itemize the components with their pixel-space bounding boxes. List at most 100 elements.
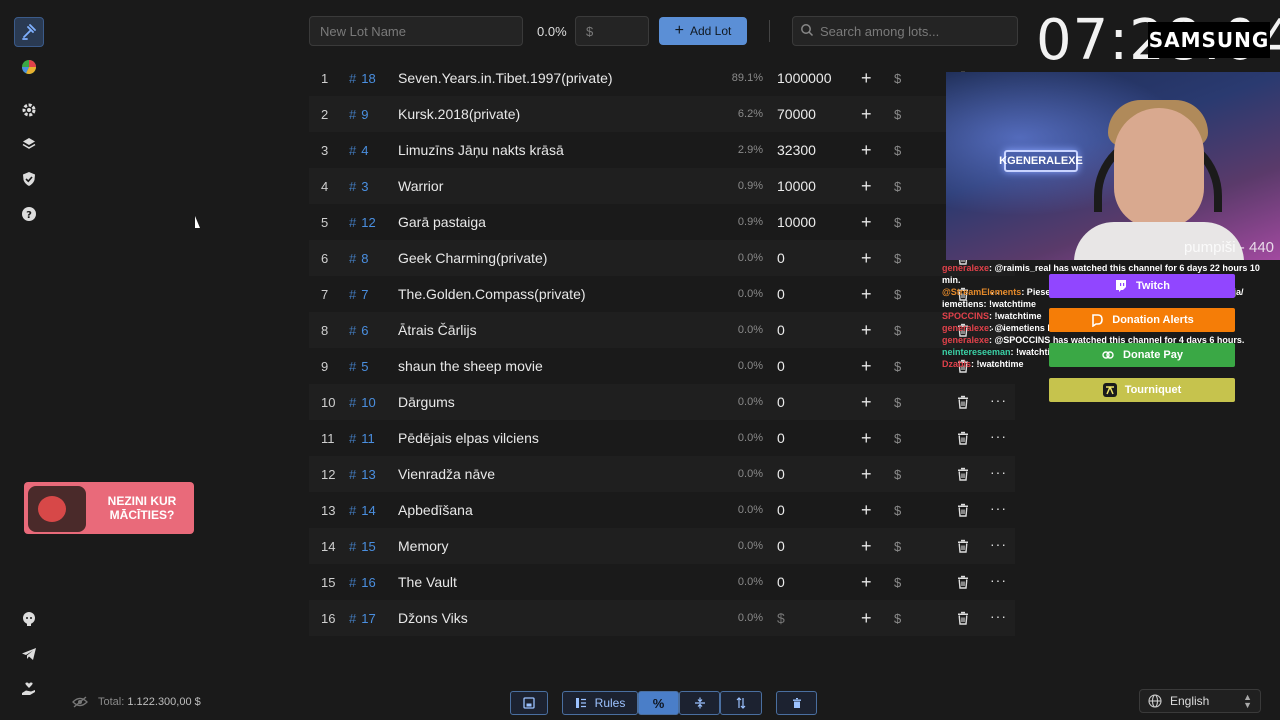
lot-amount-input[interactable]: 0	[777, 466, 785, 482]
add-amount-plus-icon[interactable]: +	[861, 212, 872, 233]
add-amount-plus-icon[interactable]: +	[861, 536, 872, 557]
delete-trash-icon[interactable]	[956, 503, 970, 517]
lot-dollar-icon[interactable]: $	[894, 359, 901, 374]
lot-name[interactable]: Warrior	[398, 178, 443, 194]
lot-amount-input[interactable]: 10000	[777, 178, 816, 194]
add-amount-plus-icon[interactable]: +	[861, 572, 872, 593]
donate-pay-button[interactable]: Donate Pay	[1049, 343, 1235, 367]
more-options-icon[interactable]: ···	[990, 608, 1007, 624]
lot-name-input[interactable]	[309, 16, 523, 46]
save-button[interactable]	[510, 691, 548, 715]
lot-id-link[interactable]: #12	[349, 215, 376, 230]
more-options-icon[interactable]: ···	[990, 572, 1007, 588]
add-amount-plus-icon[interactable]: +	[861, 68, 872, 89]
delete-trash-icon[interactable]	[956, 575, 970, 589]
add-amount-plus-icon[interactable]: +	[861, 464, 872, 485]
percent-toggle-button[interactable]: %	[638, 691, 679, 715]
hide-eye-icon[interactable]	[72, 696, 88, 708]
lot-name[interactable]: Memory	[398, 538, 449, 554]
compact-toggle-button[interactable]	[679, 691, 720, 715]
lot-amount-input[interactable]: $	[777, 610, 785, 626]
more-options-icon[interactable]: ···	[990, 392, 1007, 408]
lot-dollar-icon[interactable]: $	[894, 71, 901, 86]
lot-amount-input[interactable]: 0	[777, 358, 785, 374]
lot-amount-input[interactable]: 0	[777, 430, 785, 446]
lot-name[interactable]: shaun the sheep movie	[398, 358, 543, 374]
lot-id-link[interactable]: #4	[349, 143, 368, 158]
lot-dollar-icon[interactable]: $	[894, 395, 901, 410]
lot-name[interactable]: Ātrais Čārlijs	[398, 322, 477, 338]
lot-dollar-icon[interactable]: $	[894, 287, 901, 302]
lot-id-link[interactable]: #8	[349, 251, 368, 266]
settings-icon[interactable]	[14, 95, 44, 125]
add-amount-plus-icon[interactable]: +	[861, 284, 872, 305]
lot-name[interactable]: Geek Charming(private)	[398, 250, 547, 266]
lot-amount-input[interactable]: 0	[777, 322, 785, 338]
lot-dollar-icon[interactable]: $	[894, 107, 901, 122]
donate-hand-icon[interactable]	[14, 674, 44, 704]
lot-name[interactable]: Limuzīns Jāņu nakts krāsā	[398, 142, 564, 158]
lot-name[interactable]: Džons Viks	[398, 610, 468, 626]
clear-all-button[interactable]	[776, 691, 817, 715]
more-options-icon[interactable]: ···	[990, 464, 1007, 480]
lot-amount-input[interactable]: 32300	[777, 142, 816, 158]
lot-dollar-icon[interactable]: $	[894, 539, 901, 554]
lot-amount-input[interactable]: 0	[777, 250, 785, 266]
add-amount-plus-icon[interactable]: +	[861, 176, 872, 197]
search-input[interactable]	[792, 16, 1018, 46]
add-amount-plus-icon[interactable]: +	[861, 356, 872, 377]
lot-id-link[interactable]: #7	[349, 287, 368, 302]
lot-amount-input[interactable]: 0	[777, 286, 785, 302]
lot-dollar-icon[interactable]: $	[894, 215, 901, 230]
lot-dollar-icon[interactable]: $	[894, 251, 901, 266]
lot-id-link[interactable]: #13	[349, 467, 376, 482]
lot-amount-input[interactable]: 10000	[777, 214, 816, 230]
lot-amount-input[interactable]: 0	[777, 502, 785, 518]
delete-trash-icon[interactable]	[956, 431, 970, 445]
lot-dollar-icon[interactable]: $	[894, 323, 901, 338]
lot-id-link[interactable]: #14	[349, 503, 376, 518]
lot-id-link[interactable]: #5	[349, 359, 368, 374]
delete-trash-icon[interactable]	[956, 395, 970, 409]
add-amount-plus-icon[interactable]: +	[861, 140, 872, 161]
shield-check-icon[interactable]	[14, 164, 44, 194]
add-amount-plus-icon[interactable]: +	[861, 320, 872, 341]
lot-name[interactable]: Kursk.2018(private)	[398, 106, 520, 122]
tourniquet-button[interactable]: Tourniquet	[1049, 378, 1235, 402]
lot-name[interactable]: Seven.Years.in.Tibet.1997(private)	[398, 70, 613, 86]
lot-dollar-icon[interactable]: $	[894, 611, 901, 626]
lot-id-link[interactable]: #6	[349, 323, 368, 338]
lot-name[interactable]: Dārgums	[398, 394, 455, 410]
lot-dollar-icon[interactable]: $	[894, 503, 901, 518]
lot-id-link[interactable]: #15	[349, 539, 376, 554]
add-amount-plus-icon[interactable]: +	[861, 500, 872, 521]
lot-amount-input[interactable]: 1000000	[777, 70, 832, 86]
lot-id-link[interactable]: #10	[349, 395, 376, 410]
lot-id-link[interactable]: #3	[349, 179, 368, 194]
lot-name[interactable]: The Vault	[398, 574, 457, 590]
delete-trash-icon[interactable]	[956, 467, 970, 481]
add-lot-button[interactable]: + Add Lot	[659, 17, 747, 45]
lot-dollar-icon[interactable]: $	[894, 467, 901, 482]
add-amount-plus-icon[interactable]: +	[861, 104, 872, 125]
rules-button[interactable]: Rules	[562, 691, 638, 715]
auction-hammer-icon[interactable]	[14, 17, 44, 47]
lot-dollar-icon[interactable]: $	[894, 143, 901, 158]
more-options-icon[interactable]: ···	[990, 536, 1007, 552]
lot-name[interactable]: The.Golden.Compass(private)	[398, 286, 586, 302]
delete-trash-icon[interactable]	[956, 611, 970, 625]
layers-icon[interactable]	[14, 129, 44, 159]
more-options-icon[interactable]: ···	[990, 500, 1007, 516]
lot-amount-input[interactable]: 0	[777, 538, 785, 554]
lot-name[interactable]: Pēdējais elpas vilciens	[398, 430, 539, 446]
wheel-icon[interactable]	[14, 52, 44, 82]
lot-amount-input[interactable]: 0	[777, 574, 785, 590]
delete-trash-icon[interactable]	[956, 539, 970, 553]
language-select[interactable]: English ▲ ▼	[1139, 689, 1261, 713]
add-amount-plus-icon[interactable]: +	[861, 392, 872, 413]
telegram-icon[interactable]	[14, 639, 44, 669]
add-amount-plus-icon[interactable]: +	[861, 608, 872, 629]
github-icon[interactable]	[14, 604, 44, 634]
lot-dollar-icon[interactable]: $	[894, 575, 901, 590]
help-icon[interactable]: ?	[14, 199, 44, 229]
